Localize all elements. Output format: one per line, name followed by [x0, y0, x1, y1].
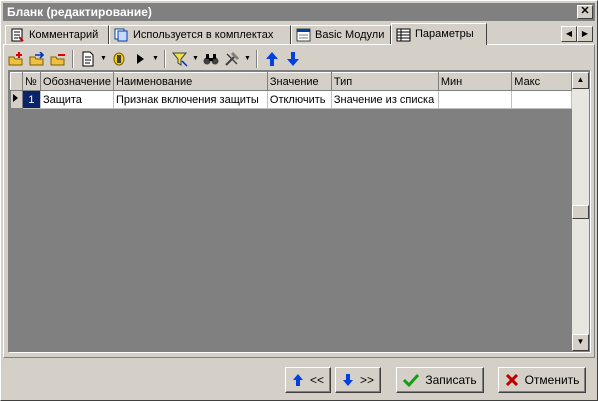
toolbar-separator [164, 50, 166, 68]
run-icon [137, 54, 144, 64]
scroll-up-icon[interactable]: ▲ [572, 72, 589, 89]
tab-scroll: ◀ ▶ [561, 26, 593, 42]
tab-comment[interactable]: Комментарий [5, 25, 109, 44]
column-header-name[interactable]: Наименование [112, 72, 268, 91]
min-cell[interactable] [438, 90, 513, 109]
add-record-icon [8, 52, 23, 66]
title-bar[interactable]: Бланк (редактирование) ✕ [3, 3, 595, 21]
insert-record-button[interactable] [28, 50, 46, 68]
document-dropdown-icon[interactable]: ▼ [100, 50, 107, 68]
save-label: Записать [425, 373, 477, 387]
vertical-scrollbar[interactable]: ▲ ▼ [572, 72, 589, 351]
tools-dropdown-icon[interactable]: ▼ [244, 50, 251, 68]
kits-icon [114, 28, 128, 42]
scroll-down-icon[interactable]: ▼ [572, 334, 589, 351]
run-dropdown-icon[interactable]: ▼ [152, 50, 159, 68]
move-up-button[interactable] [263, 50, 281, 68]
cancel-button[interactable]: Отменить [498, 367, 586, 393]
value-cell[interactable]: Отключить [267, 90, 332, 109]
find-icon [203, 54, 219, 65]
scroll-thumb[interactable] [572, 205, 589, 219]
save-button[interactable]: Записать [396, 367, 484, 393]
tab-parameters-label: Параметры [415, 28, 474, 40]
toolbar: ▼ ▼ ▼ ▼ [7, 48, 302, 70]
add-record-button[interactable] [7, 50, 25, 68]
column-header-code[interactable]: Обозначение [39, 72, 114, 91]
previous-record-button[interactable]: << [285, 367, 331, 393]
checkmark-icon [403, 373, 420, 387]
filter-button[interactable] [171, 50, 189, 68]
tab-parameters[interactable]: Параметры [391, 23, 487, 45]
run-button[interactable] [131, 50, 149, 68]
tab-used-in-kits-label: Используется в комплектах [133, 28, 274, 41]
dialog-window: Бланк (редактирование) ✕ Комментарий Исп… [0, 0, 598, 401]
cross-icon [505, 373, 518, 387]
toolbar-separator [256, 50, 258, 68]
parameters-icon [396, 28, 411, 41]
tab-comment-label: Комментарий [29, 28, 99, 41]
delete-record-icon [50, 54, 65, 66]
table-row[interactable]: 1 Защита Признак включения защиты Отключ… [10, 90, 572, 109]
tools-icon [225, 51, 240, 66]
parameters-table: № Обозначение Наименование Значение Тип … [10, 72, 572, 109]
find-button[interactable] [202, 50, 220, 68]
tools-button[interactable] [223, 50, 241, 68]
row-number-cell[interactable]: 1 [22, 90, 41, 109]
document-icon [82, 51, 94, 67]
previous-label: << [309, 373, 324, 387]
tab-scroll-right-icon[interactable]: ▶ [577, 26, 593, 42]
basic-modules-icon [296, 28, 311, 42]
move-down-icon [287, 52, 299, 66]
name-cell[interactable]: Признак включения защиты [113, 90, 268, 109]
next-record-button[interactable]: >> [335, 367, 381, 393]
property-icon [113, 52, 125, 66]
next-label: >> [359, 373, 374, 387]
grid-body: № Обозначение Наименование Значение Тип … [10, 72, 572, 351]
tab-basic-modules-label: Basic Модули [315, 28, 385, 41]
property-button[interactable] [110, 50, 128, 68]
filter-dropdown-icon[interactable]: ▼ [192, 50, 199, 68]
column-header-max[interactable]: Макс [511, 72, 572, 91]
cancel-label: Отменить [524, 373, 580, 387]
header-row: № Обозначение Наименование Значение Тип … [10, 72, 572, 91]
column-header-type[interactable]: Тип [330, 72, 439, 91]
column-header-number[interactable]: № [21, 72, 41, 91]
window-title: Бланк (редактирование) [7, 5, 152, 19]
tab-basic-modules[interactable]: Basic Модули [291, 25, 391, 44]
filter-icon [172, 52, 188, 67]
indicator-header [10, 72, 23, 91]
delete-record-button[interactable] [49, 50, 67, 68]
arrow-down-icon [342, 374, 353, 386]
type-cell[interactable]: Значение из списка [331, 90, 439, 109]
move-up-icon [266, 52, 278, 66]
tab-used-in-kits[interactable]: Используется в комплектах [109, 25, 291, 44]
parameters-grid: № Обозначение Наименование Значение Тип … [8, 70, 591, 353]
document-button[interactable] [79, 50, 97, 68]
arrow-up-icon [292, 374, 303, 386]
column-header-value[interactable]: Значение [266, 72, 332, 91]
current-row-indicator-icon [10, 90, 23, 109]
insert-record-icon [29, 52, 45, 66]
max-cell[interactable] [511, 90, 572, 109]
toolbar-separator [72, 50, 74, 68]
tab-strip: Комментарий Используется в комплектах Ba… [5, 23, 595, 45]
close-button[interactable]: ✕ [577, 5, 593, 19]
column-header-min[interactable]: Мин [437, 72, 513, 91]
tab-scroll-left-icon[interactable]: ◀ [561, 26, 577, 42]
move-down-button[interactable] [284, 50, 302, 68]
code-cell[interactable]: Защита [40, 90, 114, 109]
comment-icon [11, 28, 24, 42]
